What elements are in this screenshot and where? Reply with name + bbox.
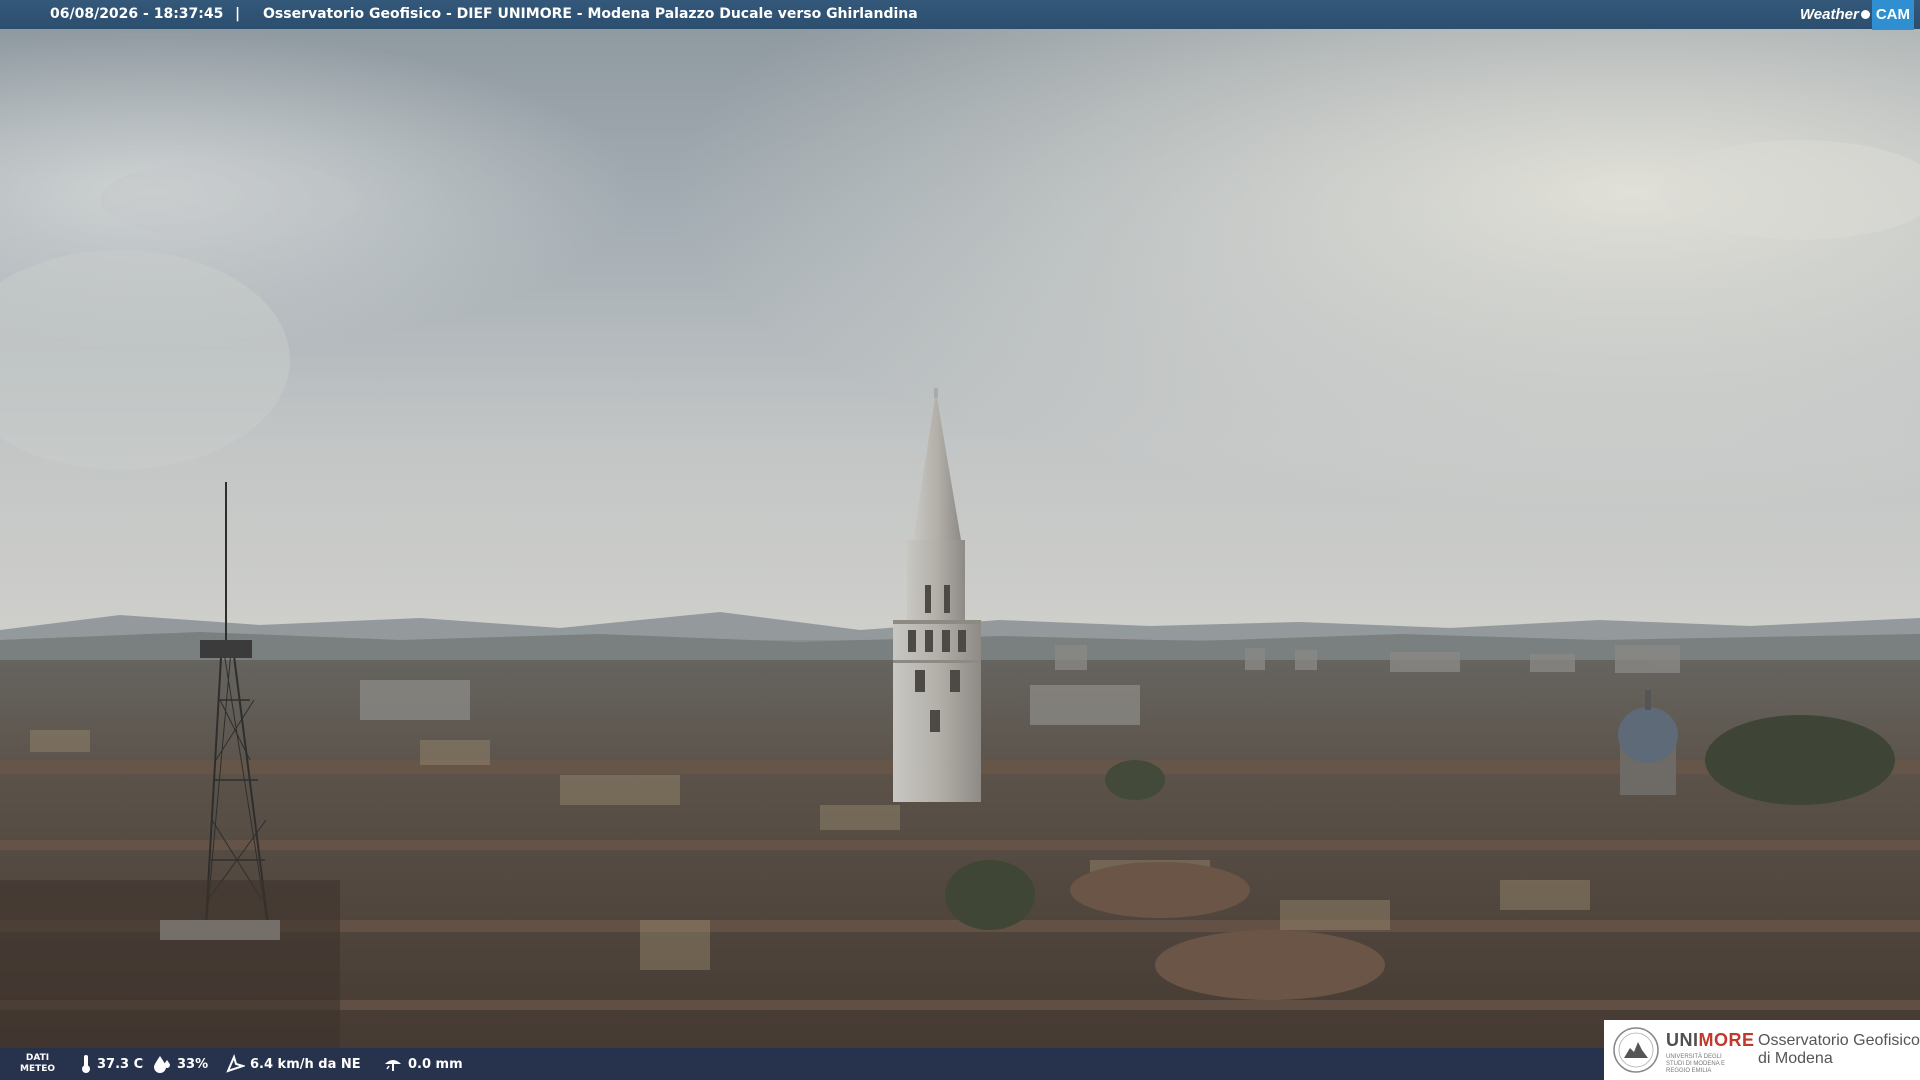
weathercam-logo: Weather CAM — [1799, 0, 1914, 30]
title-separator: | — [235, 6, 241, 22]
humidity-readout: 33% — [152, 1048, 208, 1080]
unimore-observatory-logo: UNIMORE UNIVERSITÀ DEGLI STUDI DI MODENA… — [1604, 1020, 1920, 1080]
meteo-label: DATI METEO — [20, 1053, 56, 1074]
wind-readout: 6.4 km/h da NE — [225, 1048, 361, 1080]
rain-readout: 0.0 mm — [383, 1048, 463, 1080]
humidity-drop-icon — [154, 1056, 170, 1073]
humidity-value: 33% — [177, 1056, 209, 1072]
camera-title: Osservatorio Geofisico - DIEF UNIMORE - … — [263, 6, 918, 22]
university-seal-icon — [1613, 1027, 1659, 1073]
university-subtitle: UNIVERSITÀ DEGLI STUDI DI MODENA E REGGI… — [1666, 1054, 1726, 1074]
brand-dot-icon — [1860, 10, 1870, 19]
wind-icon — [226, 1054, 245, 1073]
rain-gauge-icon — [385, 1060, 401, 1071]
temperature-value: 37.3 C — [97, 1056, 144, 1072]
top-info-bar: 06/08/2026 - 18:37:45 | Osservatorio Geo… — [0, 0, 1920, 30]
observatory-name: Osservatorio Geofisico di Modena — [1758, 1032, 1920, 1067]
brand-cam: CAM — [1871, 0, 1914, 30]
wind-value: 6.4 km/h da NE — [250, 1056, 361, 1072]
temperature-readout: 37.3 C — [80, 1048, 143, 1080]
webcam-scene — [0, 0, 1920, 1080]
timestamp: 06/08/2026 - 18:37:45 — [50, 6, 224, 22]
thermometer-icon — [82, 1055, 90, 1073]
unimore-wordmark: UNIMORE — [1666, 1030, 1755, 1050]
brand-weather: Weather — [1799, 6, 1859, 23]
rain-value: 0.0 mm — [408, 1056, 463, 1072]
